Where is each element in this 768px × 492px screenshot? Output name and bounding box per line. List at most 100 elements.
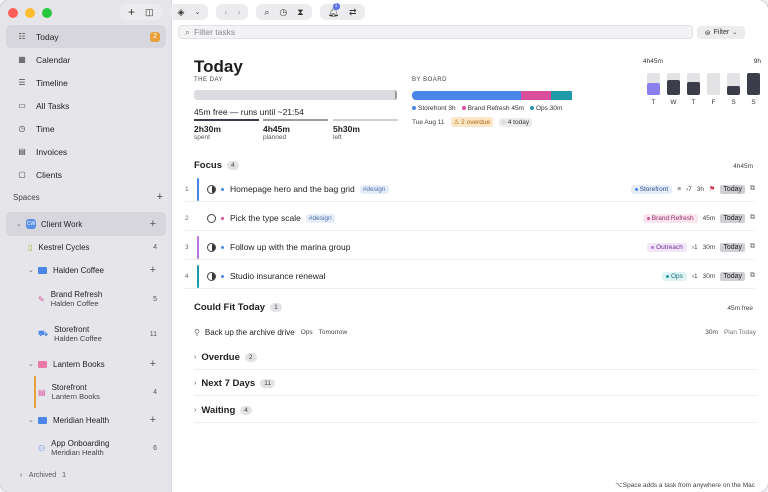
task-checkbox[interactable] [207,213,216,223]
layers-icon[interactable]: ◈ [178,7,185,18]
archived-toggle[interactable]: › Archived 1 [20,472,66,479]
task-row[interactable]: 1 Homepage hero and the bag grid #design… [185,177,755,202]
open-icon[interactable]: ⧉ [750,272,755,280]
section-overdue[interactable]: › Overdue 2 [194,352,257,363]
task-row[interactable]: 2 Pick the type scale #design Brand Refr… [185,206,755,231]
overdue-chip-label: 2 overdue [461,119,491,126]
board-kestrel-cycles[interactable]: ▯ Kestrel Cycles 4 [6,236,166,258]
filter-input[interactable]: ⌕ Filter tasks [178,25,693,39]
add-space-icon[interactable]: + [157,192,163,203]
task-tag[interactable]: #design [359,184,389,194]
minimize-window-button[interactable] [25,8,35,18]
week-bar[interactable] [687,82,700,95]
board-breakdown-bar [412,91,617,100]
week-bar[interactable] [727,86,740,95]
sidebar-item-all-tasks[interactable]: ▭ All Tasks [6,94,166,117]
add-board-icon[interactable]: + [150,218,156,230]
section-focus[interactable]: Focus 4 [194,160,239,171]
week-bar[interactable] [667,80,680,95]
sidebar-item-invoices[interactable]: ▤ Invoices [6,140,166,163]
stat-spent: 2h30m spent [194,119,259,141]
zoom-window-button[interactable] [42,8,52,18]
space-client-work[interactable]: ⌄ CW Client Work + [6,212,166,236]
task-checkbox[interactable] [207,242,216,252]
today-button[interactable]: Today [720,213,745,223]
bell-icon[interactable]: 🔔︎ 1 [328,2,340,18]
spaces-tree: ⌄ CW Client Work + ▯ Kestrel Cycles 4 ⌄ … [6,212,166,464]
add-task-icon[interactable]: + [128,5,135,19]
sync-icon[interactable]: ⇄ [349,7,357,18]
chevron-down-icon[interactable]: ⌄ [28,360,38,368]
close-window-button[interactable] [8,8,18,18]
sidebar-toggle-icon[interactable]: ◫ [145,7,154,18]
legend-dot [412,106,416,111]
cart-icon: ⛟ [38,329,49,338]
search-icon: ⌕ [185,26,191,37]
overdue-chip[interactable]: ⚠ 2 overdue [450,117,494,127]
folder-label: Lantern Books [53,359,105,369]
folder-meridian-health[interactable]: ⌄ Meridian Health + [6,408,166,432]
sidebar-item-clients[interactable]: ▢ Clients [6,163,166,186]
today-button[interactable]: Today [720,271,745,281]
week-bar[interactable] [647,83,660,95]
section-title: Next 7 Days [201,378,256,389]
book-icon: ▤ [38,387,46,397]
board-chip[interactable]: Ops [661,271,687,281]
board-chip[interactable]: Brand Refresh [642,213,698,223]
task-checkbox[interactable] [207,184,216,194]
filter-button[interactable]: ⊜ Filter ⌄ [697,26,745,39]
add-board-icon[interactable]: + [150,358,156,370]
folder-halden-coffee[interactable]: ⌄ Halden Coffee + [6,258,166,282]
open-icon[interactable]: ⧉ [750,214,755,222]
task-checkbox[interactable] [207,271,216,281]
hourglass-icon[interactable]: ⧗ [297,7,303,18]
section-next-7-days[interactable]: › Next 7 Days 11 [194,378,275,389]
board-chip[interactable]: Storefront [630,184,673,194]
inbox-icon: ▭ [18,101,26,110]
board-label: App Onboarding [51,439,110,448]
board-storefront-halden[interactable]: ⛟ Storefront Halden Coffee 11 [6,316,166,352]
back-arrow-icon[interactable]: ‹ [224,7,227,17]
sidebar-item-time[interactable]: ◷ Time [6,117,166,140]
forward-arrow-icon[interactable]: › [237,7,240,17]
board-chip-dot [634,187,638,191]
task-tag[interactable]: #design [305,213,335,223]
add-board-icon[interactable]: + [150,414,156,426]
search-icon[interactable]: ⌕ [264,7,269,18]
chevron-down-icon[interactable]: ⌄ [16,220,26,228]
could-fit-task[interactable]: ⚲ Back up the archive drive Ops Tomorrow… [194,324,756,340]
sidebar-item-today[interactable]: ☷ Today 2 [6,25,166,48]
page-title: Today [194,57,243,76]
board-app-onboarding[interactable]: ⚇ App Onboarding Meridian Health 6 [6,432,166,464]
chevron-down-icon[interactable]: ⌄ [28,266,38,274]
stat-line [263,119,328,121]
sidebar-item-calendar[interactable]: ▦ Calendar [6,48,166,71]
task-row[interactable]: 4 Studio insurance renewal Ops ›1 30m To… [185,264,755,289]
today-button[interactable]: Today [720,242,745,252]
today-button[interactable]: Today [720,184,745,194]
week-top-left: 4h45m [643,58,663,65]
plan-today-button[interactable]: Plan Today [724,329,756,336]
chevron-down-icon[interactable]: ⌄ [194,8,200,16]
board-storefront-lantern[interactable]: ▤ Storefront Lantern Books 4 [6,376,166,408]
task-row[interactable]: 3 Follow up with the marina group Outrea… [185,235,755,260]
board-chip[interactable]: Outreach [647,242,687,252]
section-waiting[interactable]: › Waiting 4 [194,405,252,416]
add-board-icon[interactable]: + [150,264,156,276]
open-icon[interactable]: ⧉ [750,185,755,193]
folder-label: Halden Coffee [53,265,104,275]
overdue-badge: 2 [150,31,160,42]
chevron-down-icon[interactable]: ⌄ [28,416,38,424]
could-fit-total: 45m free [727,305,753,312]
folder-lantern-books[interactable]: ⌄ Lantern Books + [6,352,166,376]
section-could-fit[interactable]: Could Fit Today 1 [194,302,282,313]
filter-icon: ⊜ [704,29,711,37]
flag-icon[interactable]: ⚑ [709,185,715,193]
open-icon[interactable]: ⧉ [750,243,755,251]
today-chip[interactable]: ◌ 4 today [499,117,533,127]
sidebar-item-timeline[interactable]: ☰ Timeline [6,71,166,94]
week-bar[interactable] [747,73,760,95]
task-duration: 30m [702,272,716,280]
board-brand-refresh[interactable]: ✎ Brand Refresh Halden Coffee 5 [6,282,166,316]
timer-icon[interactable]: ◷ [279,7,287,18]
